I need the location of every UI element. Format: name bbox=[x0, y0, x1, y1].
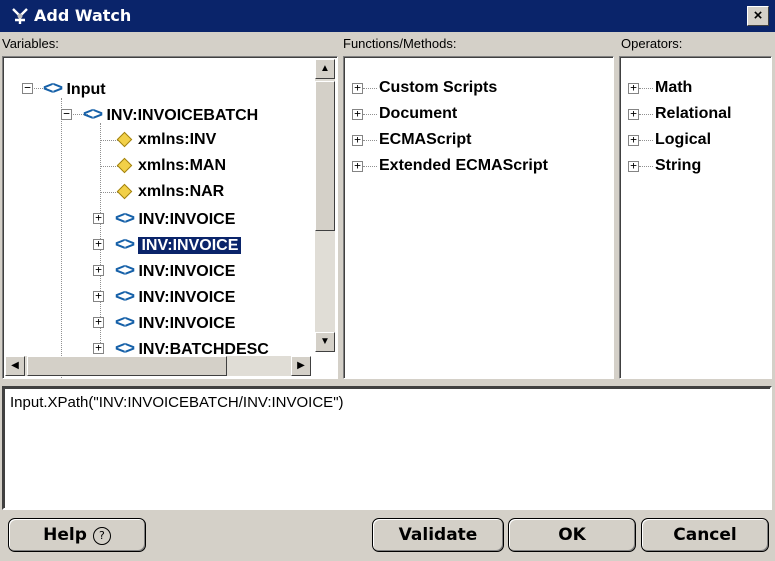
variables-tree[interactable]: − <> Input − <> INV:INVOICEBATCH xmlns:I… bbox=[2, 56, 338, 379]
tree-line bbox=[363, 114, 377, 115]
chevron-right-icon: ▶ bbox=[297, 360, 305, 371]
expand-icon[interactable]: + bbox=[352, 160, 363, 172]
tree-line bbox=[363, 88, 377, 89]
scroll-down-button[interactable]: ▼ bbox=[315, 332, 335, 352]
expand-icon[interactable]: + bbox=[352, 108, 363, 120]
expand-icon[interactable]: + bbox=[628, 160, 639, 172]
tree-item-invoice[interactable]: <> INV:INVOICE bbox=[115, 258, 235, 282]
ok-button[interactable]: OK bbox=[508, 518, 636, 552]
tree-item-label: INV:INVOICEBATCH bbox=[106, 107, 259, 124]
tree-item-xmlns-nar[interactable]: xmlns:NAR bbox=[115, 180, 224, 204]
tree-item-invoice[interactable]: <> INV:INVOICE bbox=[115, 284, 235, 308]
tree-item-input[interactable]: <> Input bbox=[43, 76, 106, 100]
tag-icon: <> bbox=[115, 208, 135, 228]
help-button-label: Help bbox=[43, 525, 87, 545]
tree-item-relational[interactable]: Relational bbox=[655, 102, 731, 126]
tree-item-invoice-selected[interactable]: <> INV:INVOICE bbox=[115, 232, 242, 256]
scroll-right-button[interactable]: ▶ bbox=[291, 356, 311, 376]
tree-line bbox=[363, 140, 377, 141]
expression-textarea[interactable]: Input.XPath("INV:INVOICEBATCH/INV:INVOIC… bbox=[2, 386, 772, 510]
tree-item-label: INV:INVOICE bbox=[138, 263, 236, 280]
tag-icon: <> bbox=[43, 78, 63, 98]
expand-icon[interactable]: + bbox=[93, 316, 104, 328]
tag-icon: <> bbox=[115, 338, 135, 358]
functions-tree[interactable]: + Custom Scripts + Document + ECMAScript… bbox=[343, 56, 614, 379]
attribute-icon bbox=[116, 183, 133, 200]
functions-label: Functions/Methods: bbox=[343, 36, 457, 51]
expand-icon[interactable]: + bbox=[93, 212, 104, 224]
attribute-icon bbox=[116, 131, 133, 148]
tree-line bbox=[639, 88, 653, 89]
chevron-up-icon: ▲ bbox=[320, 63, 330, 74]
tree-line bbox=[639, 140, 653, 141]
expand-icon[interactable]: + bbox=[93, 342, 104, 354]
tree-item-label: INV:INVOICE bbox=[138, 211, 236, 228]
tree-item-logical[interactable]: Logical bbox=[655, 128, 711, 152]
cancel-button[interactable]: Cancel bbox=[641, 518, 769, 552]
expand-icon[interactable]: + bbox=[352, 134, 363, 146]
expand-icon[interactable]: + bbox=[93, 264, 104, 276]
app-icon bbox=[12, 8, 28, 24]
vertical-scrollbar[interactable]: ▲ ▼ bbox=[315, 59, 335, 352]
attribute-icon bbox=[116, 157, 133, 174]
variables-label: Variables: bbox=[2, 36, 59, 51]
window-title: Add Watch bbox=[34, 6, 132, 25]
tree-item-document[interactable]: Document bbox=[379, 102, 457, 126]
tree-item-invoice[interactable]: <> INV:INVOICE bbox=[115, 310, 235, 334]
tag-icon: <> bbox=[115, 312, 135, 332]
tree-item-xmlns-inv[interactable]: xmlns:INV bbox=[115, 128, 216, 152]
title-bar: Add Watch × bbox=[0, 0, 775, 32]
operators-tree[interactable]: + Math + Relational + Logical + String bbox=[619, 56, 772, 379]
tag-icon: <> bbox=[115, 286, 135, 306]
tree-item-extended-ecmascript[interactable]: Extended ECMAScript bbox=[379, 154, 548, 178]
horizontal-scrollbar[interactable]: ◀ ▶ bbox=[5, 356, 311, 376]
operators-label: Operators: bbox=[621, 36, 683, 51]
expand-icon[interactable]: + bbox=[628, 82, 639, 94]
add-watch-dialog: Add Watch × Variables: Functions/Methods… bbox=[0, 0, 775, 561]
tree-item-label: INV:INVOICE bbox=[138, 289, 236, 306]
chevron-down-icon: ▼ bbox=[320, 336, 330, 347]
collapse-icon[interactable]: − bbox=[61, 108, 72, 120]
tree-item-label: Input bbox=[66, 81, 106, 98]
tree-item-xmlns-man[interactable]: xmlns:MAN bbox=[115, 154, 226, 178]
expand-icon[interactable]: + bbox=[628, 108, 639, 120]
tree-item-math[interactable]: Math bbox=[655, 76, 692, 100]
horizontal-scroll-thumb[interactable] bbox=[27, 356, 227, 376]
tree-item-string[interactable]: String bbox=[655, 154, 701, 178]
tree-item-custom-scripts[interactable]: Custom Scripts bbox=[379, 76, 497, 100]
collapse-icon[interactable]: − bbox=[22, 82, 33, 94]
tree-item-label: xmlns:MAN bbox=[138, 157, 227, 174]
vertical-scroll-thumb[interactable] bbox=[315, 81, 335, 231]
help-button[interactable]: Help? bbox=[8, 518, 146, 552]
tree-item-label: INV:INVOICE bbox=[138, 237, 242, 254]
expand-icon[interactable]: + bbox=[93, 238, 104, 250]
tag-icon: <> bbox=[83, 104, 103, 124]
tag-icon: <> bbox=[115, 260, 135, 280]
close-icon: × bbox=[753, 7, 763, 24]
tree-item-ecmascript[interactable]: ECMAScript bbox=[379, 128, 471, 152]
chevron-left-icon: ◀ bbox=[11, 360, 19, 371]
tree-item-label: INV:INVOICE bbox=[138, 315, 236, 332]
expand-icon[interactable]: + bbox=[628, 134, 639, 146]
expression-text: Input.XPath("INV:INVOICEBATCH/INV:INVOIC… bbox=[10, 394, 344, 411]
tree-item-label: xmlns:INV bbox=[138, 131, 217, 148]
tag-icon: <> bbox=[115, 234, 135, 254]
tree-line bbox=[639, 166, 653, 167]
expand-icon[interactable]: + bbox=[352, 82, 363, 94]
tree-line bbox=[639, 114, 653, 115]
help-circle-icon: ? bbox=[92, 527, 111, 545]
tree-item-invoicebatch[interactable]: <> INV:INVOICEBATCH bbox=[83, 102, 258, 126]
scroll-up-button[interactable]: ▲ bbox=[315, 59, 335, 79]
tree-line bbox=[61, 98, 62, 378]
tree-line bbox=[363, 166, 377, 167]
tree-item-label: xmlns:NAR bbox=[138, 183, 225, 200]
validate-button[interactable]: Validate bbox=[372, 518, 504, 552]
expand-icon[interactable]: + bbox=[93, 290, 104, 302]
tree-item-invoice[interactable]: <> INV:INVOICE bbox=[115, 206, 235, 230]
close-button[interactable]: × bbox=[747, 6, 769, 26]
scroll-left-button[interactable]: ◀ bbox=[5, 356, 25, 376]
